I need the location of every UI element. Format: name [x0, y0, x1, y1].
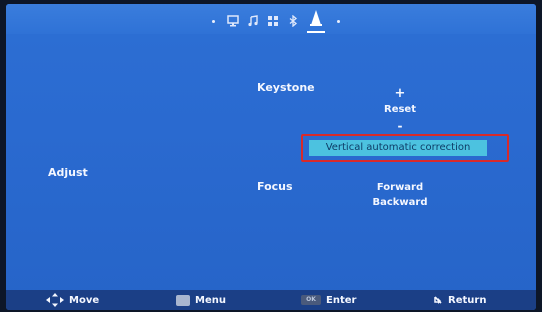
footer-menu: Menu [176, 292, 226, 308]
keystone-reset-button[interactable]: Reset [380, 104, 420, 115]
grid-icon[interactable] [266, 14, 280, 28]
adjust-label: Adjust [48, 166, 88, 179]
enter-key-icon: OK [301, 295, 321, 305]
footer-bar: Move Menu OK Enter Return [6, 290, 536, 310]
vertical-auto-correction-option[interactable]: Vertical automatic correction [309, 140, 487, 156]
focus-backward-button[interactable]: Backward [366, 197, 434, 208]
footer-enter: OK Enter [301, 292, 356, 308]
focus-label: Focus [257, 180, 293, 193]
keystone-label: Keystone [257, 81, 315, 94]
music-icon[interactable] [246, 14, 260, 28]
projector-icon[interactable] [307, 9, 325, 33]
menu-key-icon [176, 294, 190, 306]
selection-frame: Vertical automatic correction [301, 134, 509, 162]
dpad-icon [46, 293, 64, 307]
return-arrow-icon [434, 295, 443, 305]
monitor-icon[interactable] [226, 14, 240, 28]
footer-menu-label: Menu [195, 294, 226, 306]
keystone-minus-button[interactable]: - [392, 119, 408, 133]
projector-osd-screen: Keystone + Reset - Vertical automatic co… [6, 4, 536, 310]
prev-dot-icon [212, 19, 215, 23]
bluetooth-icon[interactable] [286, 14, 300, 28]
footer-move: Move [46, 292, 99, 308]
keystone-plus-button[interactable]: + [392, 86, 408, 101]
category-bar [6, 4, 536, 34]
focus-forward-button[interactable]: Forward [366, 182, 434, 193]
footer-move-label: Move [69, 294, 100, 306]
footer-enter-label: Enter [326, 294, 357, 306]
next-dot-icon [337, 19, 340, 23]
footer-return: Return [434, 292, 486, 308]
category-icons [204, 9, 348, 33]
footer-return-label: Return [448, 294, 487, 306]
